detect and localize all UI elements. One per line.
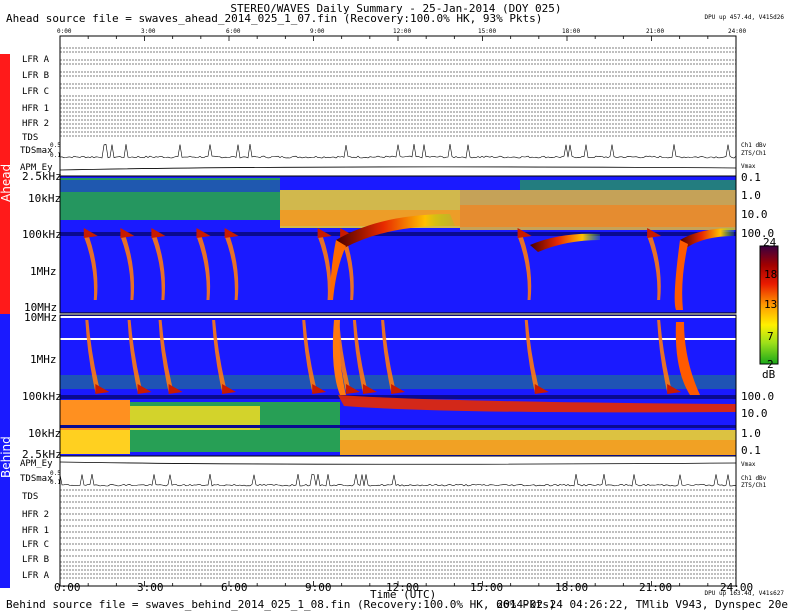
ahead-right-tick-1: 1.0 [741,189,761,202]
bottom-tick-6: 18:00 [555,581,589,594]
top-tick-4: 12:00 [393,28,412,35]
row-label-behind-tds: TDS [22,492,39,502]
row-label-ahead-tdsmax: TDSmax [20,146,53,156]
ahead-ytick-10khz: 10kHz [28,192,62,205]
top-tick-8: 24:00 [728,28,747,35]
row-label-behind-tdsmax: TDSmax [20,474,53,484]
row-label-ahead-tds: TDS [22,133,39,143]
row-label-behind-lfr-b: LFR B [22,555,50,565]
row-label-ahead-hfr-2: HFR 2 [22,119,50,129]
behind-right-zts: ZTS/Ch1 [741,482,767,489]
top-tick-6: 18:00 [562,28,581,35]
bottom-tick-8: 24:00 [720,581,754,594]
behind-ytick-10mhz: 10MHz [24,311,58,324]
behind-ytick-2p5khz: 2.5kHz [22,448,62,461]
ahead-ytick-100khz: 100kHz [22,228,62,241]
behind-source-file: Behind source file = swaves_behind_2014_… [6,598,556,611]
behind-right-tick-10: 10.0 [741,407,768,420]
ahead-right-ch1-dbv: Ch1 dBv [741,142,767,149]
colorbar-unit: dB [762,368,776,381]
behind-side-label: Behind [0,436,13,478]
dpu-ahead-status: DPU up 457.4d, V415d26 [704,14,784,21]
row-label-behind-hfr-1: HFR 1 [22,526,50,536]
tdsmax-trace [59,473,737,487]
row-label-ahead-hfr-1: HFR 1 [22,104,50,114]
behind-right-vmax: Vmax [741,461,756,468]
row-label-ahead-lfr-a: LFR A [22,55,50,65]
tdsmax-trace [59,144,737,159]
row-label-behind-hfr-2: HFR 2 [22,510,50,520]
row-label-behind-lfr-a: LFR A [22,571,50,581]
top-tick-2: 6:00 [226,28,241,35]
top-tick-5: 15:00 [478,28,497,35]
top-tick-0: 0:00 [57,28,72,35]
bottom-tick-1: 3:00 [137,581,164,594]
row-label-behind-lfr-c: LFR C [22,540,50,550]
ahead-source-file: Ahead source file = swaves_ahead_2014_02… [6,12,543,25]
top-tick-7: 21:00 [646,28,665,35]
dynamic-spectrum-figure [59,35,779,587]
tdsmax-ahead-tick-hi: 0.5 [50,142,61,149]
bottom-tick-3: 9:00 [305,581,332,594]
behind-right-tick-0p1: 0.1 [741,444,761,457]
tdsmax-behind-tick-lo: 0.1 [50,479,61,486]
top-tick-1: 3:00 [141,28,156,35]
ahead-ytick-1mhz: 1MHz [30,265,57,278]
bottom-tick-7: 21:00 [639,581,673,594]
colorbar-tick-13: 13 [764,298,778,311]
ahead-right-tick-10: 10.0 [741,208,768,221]
ahead-right-vmax: Vmax [741,163,756,170]
bottom-tick-5: 15:00 [470,581,504,594]
behind-right-tick-1: 1.0 [741,427,761,440]
behind-ytick-100khz: 100kHz [22,390,62,403]
x-axis-label: Time (UTC) [370,588,437,601]
row-label-ahead-lfr-c: LFR C [22,87,50,97]
processing-stamp: 2014-02-24 04:26:22, TMlib V943, Dynspec… [496,598,788,611]
colorbar-tick-18: 18 [764,268,778,281]
behind-right-tick-100: 100.0 [741,390,775,403]
ahead-ytick-2p5khz: 2.5kHz [22,170,62,183]
behind-ytick-1mhz: 1MHz [30,353,57,366]
bottom-tick-0: 0:00 [54,581,81,594]
apm-ey-ahead-trace [59,166,737,171]
ahead-sidebar: Ahead [0,54,13,314]
ahead-side-label: Ahead [0,163,13,202]
top-tick-3: 9:00 [310,28,325,35]
behind-sidebar: Behind [0,314,13,588]
colorbar-tick-24: 24 [763,236,777,249]
apm-ey-behind-trace [59,461,737,465]
tdsmax-ahead-tick-lo: 0.1 [50,152,61,159]
row-label-ahead-lfr-b: LFR B [22,71,50,81]
behind-ytick-10khz: 10kHz [28,427,62,440]
tdsmax-behind-tick-hi: 0.5 [50,470,61,477]
ahead-right-zts: ZTS/Ch1 [741,150,767,157]
bottom-tick-2: 6:00 [221,581,248,594]
colorbar-tick-7: 7 [767,330,774,343]
ahead-right-tick-0p1: 0.1 [741,171,761,184]
